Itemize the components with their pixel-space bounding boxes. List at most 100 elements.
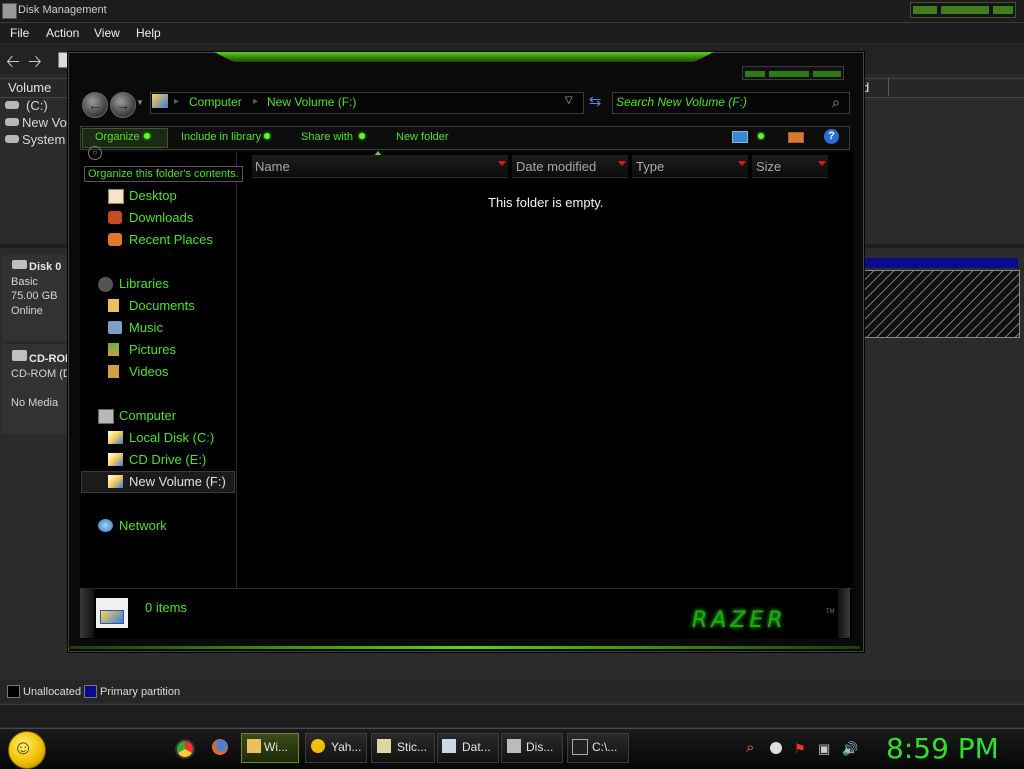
nav-item-documents[interactable]: Documents xyxy=(129,298,195,313)
pictures-icon xyxy=(108,343,119,356)
view-dropdown-icon[interactable] xyxy=(758,133,764,139)
volume-row-new[interactable]: New Vo xyxy=(22,115,67,130)
disk-management-icon xyxy=(507,739,521,753)
disk0-size: 75.00 GB xyxy=(11,290,58,302)
drive-icon xyxy=(5,135,19,143)
back-arrow-icon[interactable]: 🡠 xyxy=(6,49,20,78)
menu-action[interactable]: Action xyxy=(46,26,79,40)
nav-item-new-volume[interactable]: New Volume (F:) xyxy=(129,474,226,489)
menu-file[interactable]: File xyxy=(10,26,29,40)
new-folder-button[interactable]: New folder xyxy=(396,131,449,143)
task-label: Wi... xyxy=(264,740,288,754)
action-center-icon[interactable]: ⚑ xyxy=(794,741,806,757)
volume-icon[interactable]: 🔊 xyxy=(842,741,858,757)
include-in-library-button[interactable]: Include in library xyxy=(181,131,261,143)
help-icon[interactable]: ? xyxy=(824,129,839,144)
organize-label[interactable]: Organize xyxy=(95,131,140,143)
menu-help[interactable]: Help xyxy=(136,26,161,40)
legend-swatch-unallocated xyxy=(7,685,20,698)
disk0-name: Disk 0 xyxy=(29,261,62,273)
search-icon[interactable]: ⌕ xyxy=(746,739,754,756)
drive-icon xyxy=(5,118,19,126)
drive-icon xyxy=(152,94,168,108)
include-dropdown-icon[interactable] xyxy=(264,133,270,139)
task-label: Dis... xyxy=(526,740,554,754)
cdrom-drive: CD-ROM (D: xyxy=(11,368,74,380)
breadcrumb-separator-icon[interactable]: ▸ xyxy=(253,96,258,107)
back-arrow-icon: ← xyxy=(88,97,102,113)
column-date-label: Date modified xyxy=(516,159,597,174)
file-list[interactable] xyxy=(237,152,853,588)
folder-icon xyxy=(247,739,261,753)
new-volume-icon xyxy=(108,475,123,488)
breadcrumb-separator-icon[interactable]: ▸ xyxy=(174,96,179,107)
volume-row-system[interactable]: System xyxy=(22,132,65,147)
drive-icon xyxy=(5,101,19,109)
nav-item-music[interactable]: Music xyxy=(129,320,163,335)
refresh-icon[interactable]: ⇆ xyxy=(586,92,604,112)
column-name-dropdown-icon[interactable] xyxy=(498,161,506,166)
organize-dropdown-icon[interactable] xyxy=(144,133,150,139)
volume-row-c[interactable]: (C:) xyxy=(26,98,48,113)
change-view-icon[interactable] xyxy=(732,131,748,143)
column-date-dropdown-icon[interactable] xyxy=(618,161,626,166)
nav-item-pictures[interactable]: Pictures xyxy=(129,342,176,357)
partition-header-bar xyxy=(862,258,1018,268)
search-input[interactable] xyxy=(616,93,826,111)
forward-button[interactable]: → xyxy=(110,92,136,118)
nav-item-libraries[interactable]: Libraries xyxy=(119,276,169,291)
recent-places-icon xyxy=(108,233,122,246)
documents-icon xyxy=(108,299,119,312)
column-size-dropdown-icon[interactable] xyxy=(818,161,826,166)
share-dropdown-icon[interactable] xyxy=(359,133,365,139)
breadcrumb-computer[interactable]: Computer xyxy=(189,95,242,109)
column-volume[interactable]: Volume xyxy=(8,80,51,95)
status-bar xyxy=(0,704,1024,727)
data-window-icon xyxy=(442,739,456,753)
nav-item-computer[interactable]: Computer xyxy=(119,408,176,423)
firefox-icon[interactable] xyxy=(212,739,228,755)
videos-icon xyxy=(108,365,119,378)
partition-block[interactable] xyxy=(862,270,1020,338)
disk0-type: Basic xyxy=(11,276,38,288)
yahoo-messenger-icon xyxy=(311,739,325,753)
network-tray-icon[interactable]: ▣ xyxy=(818,741,830,757)
window-title: Disk Management xyxy=(18,4,107,16)
clock[interactable]: 8:59 PM xyxy=(886,732,999,765)
column-header-name[interactable] xyxy=(252,155,508,178)
explorer-window-controls[interactable] xyxy=(742,66,844,80)
nav-item-local-disk[interactable]: Local Disk (C:) xyxy=(129,430,214,445)
nav-item-network[interactable]: Network xyxy=(119,518,167,533)
breadcrumb-new-volume[interactable]: New Volume (F:) xyxy=(267,95,356,109)
cd-drive-icon xyxy=(12,350,27,361)
favorites-expand-icon[interactable]: ○ xyxy=(88,146,102,160)
menu-view[interactable]: View xyxy=(94,26,120,40)
legend-unallocated: Unallocated xyxy=(23,686,82,698)
nav-item-downloads[interactable]: Downloads xyxy=(129,210,193,225)
empty-folder-message: This folder is empty. xyxy=(488,195,604,210)
back-button[interactable]: ← xyxy=(82,92,108,118)
computer-icon xyxy=(98,409,114,424)
address-dropdown-icon[interactable]: ▽ xyxy=(565,95,573,106)
column-type-label: Type xyxy=(636,159,665,174)
network-icon xyxy=(98,519,113,532)
razer-logo: RAZER xyxy=(692,608,787,633)
nav-item-videos[interactable]: Videos xyxy=(129,364,169,379)
recent-pages-dropdown-icon[interactable]: ▼ xyxy=(136,98,144,107)
messenger-tray-icon[interactable] xyxy=(770,742,782,754)
command-prompt-icon xyxy=(572,739,588,755)
column-type-dropdown-icon[interactable] xyxy=(738,161,746,166)
window-controls[interactable] xyxy=(910,2,1016,18)
hard-disk-icon xyxy=(12,260,27,269)
nav-item-recent-places[interactable]: Recent Places xyxy=(129,232,213,247)
search-icon[interactable]: ⌕ xyxy=(832,94,840,111)
nav-item-desktop[interactable]: Desktop xyxy=(129,188,177,203)
nav-item-cd-drive[interactable]: CD Drive (E:) xyxy=(129,452,206,467)
preview-pane-icon[interactable] xyxy=(788,132,804,143)
details-edge xyxy=(80,588,94,638)
column-separator xyxy=(888,78,889,96)
share-with-button[interactable]: Share with xyxy=(301,131,353,143)
disk-management-titlebar xyxy=(0,0,1024,23)
forward-arrow-icon[interactable]: 🡢 xyxy=(28,49,42,78)
chrome-icon[interactable] xyxy=(175,739,195,759)
